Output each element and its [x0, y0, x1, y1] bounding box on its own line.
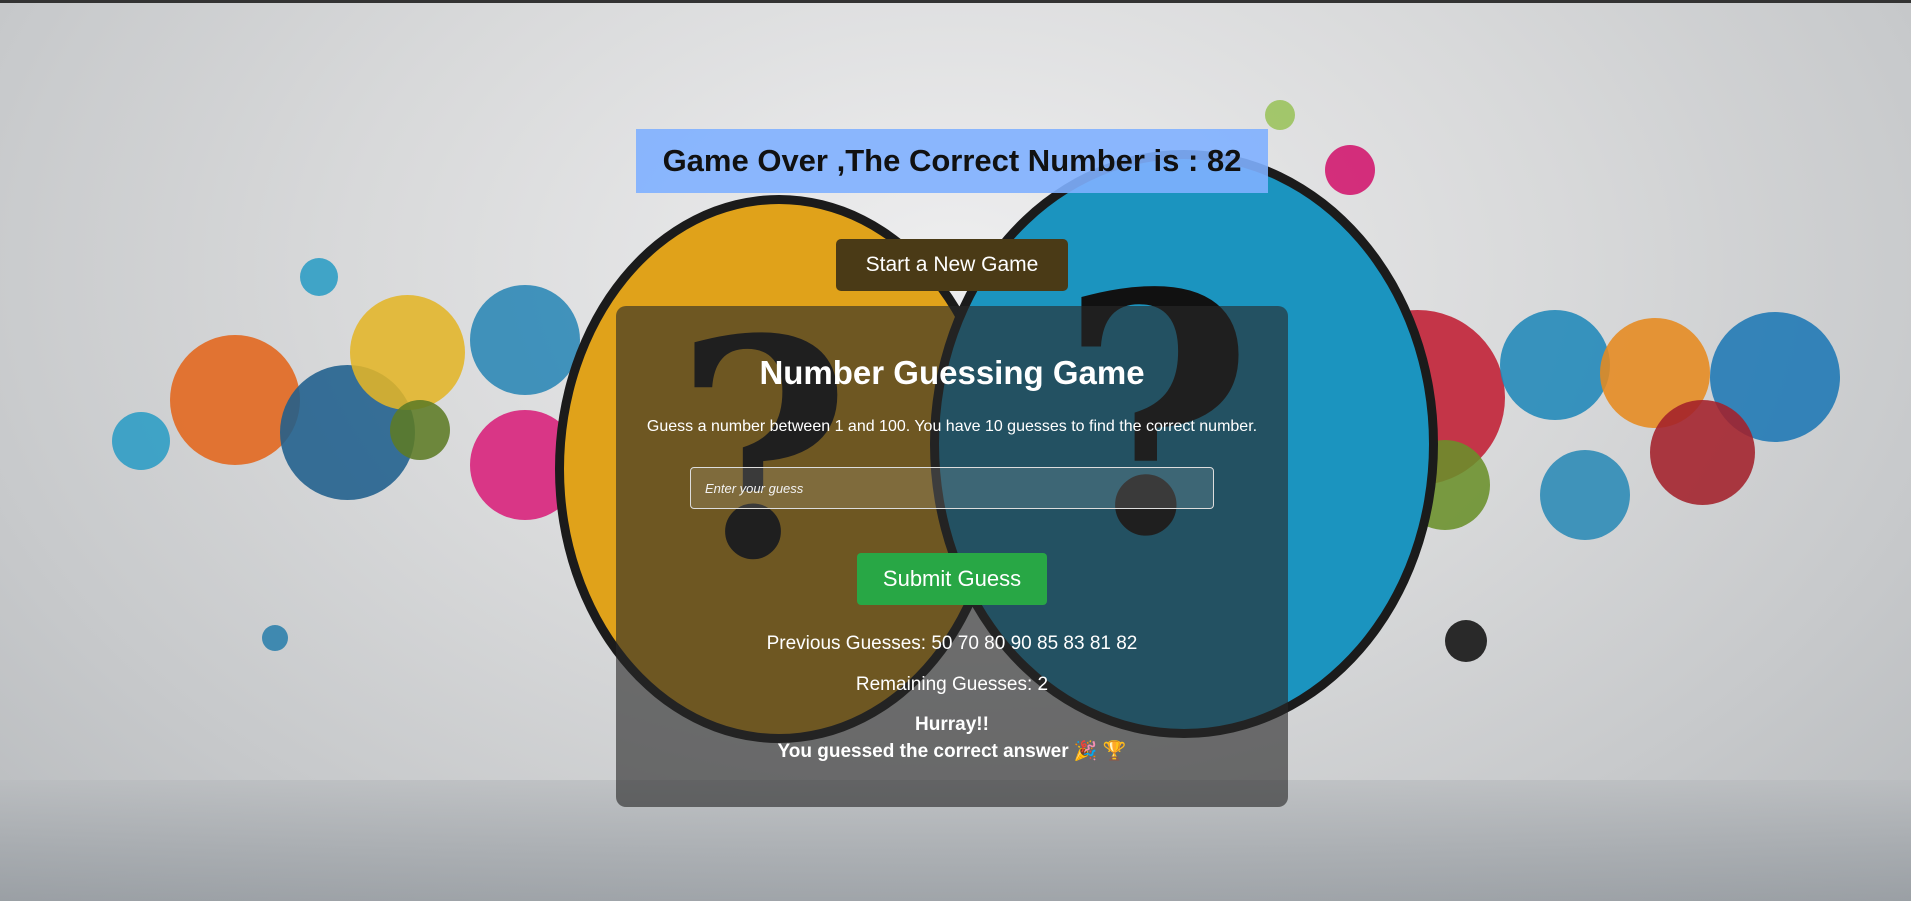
- submit-guess-button[interactable]: Submit Guess: [857, 553, 1047, 605]
- game-title: Number Guessing Game: [759, 354, 1145, 391]
- previous-guesses: Previous Guesses: 50 70 80 90 85 83 81 8…: [766, 633, 1138, 654]
- paint-blob: [390, 400, 450, 460]
- game-instructions: Guess a number between 1 and 100. You ha…: [646, 418, 1258, 435]
- start-new-game-button[interactable]: Start a New Game: [836, 239, 1068, 291]
- paint-blob: [112, 412, 170, 470]
- success-message: You guessed the correct answer 🎉 🏆: [777, 741, 1127, 762]
- paint-blob: [1265, 100, 1295, 130]
- remaining-guesses: Remaining Guesses: 2: [855, 674, 1049, 695]
- paint-blob: [1445, 620, 1487, 662]
- paint-blob: [350, 295, 465, 410]
- game-card: Number Guessing Game Guess a number betw…: [616, 306, 1288, 807]
- paint-blob: [1650, 400, 1755, 505]
- guess-input[interactable]: [690, 467, 1214, 509]
- paint-blob: [1540, 450, 1630, 540]
- paint-blob: [1500, 310, 1610, 420]
- paint-blob: [470, 285, 580, 395]
- game-over-banner: Game Over ,The Correct Number is : 82: [636, 129, 1268, 193]
- paint-blob: [1325, 145, 1375, 195]
- hurray-message: Hurray!!: [915, 714, 989, 735]
- top-border: [0, 0, 1911, 3]
- paint-blob: [262, 625, 288, 651]
- paint-blob: [300, 258, 338, 296]
